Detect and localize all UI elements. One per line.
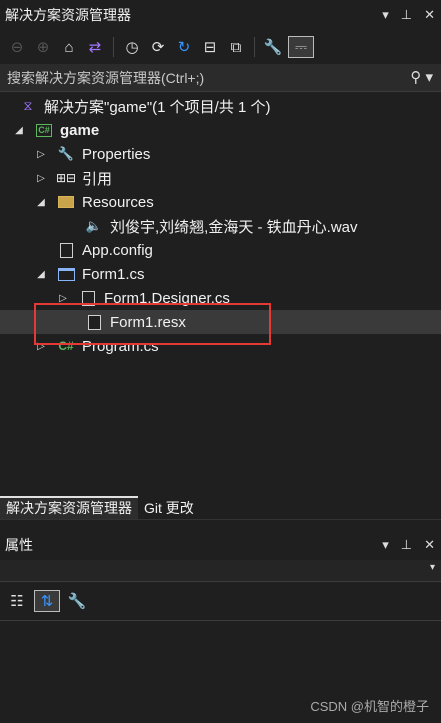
panel-tabs: 解决方案资源管理器 Git 更改 xyxy=(0,496,441,520)
properties-toolbar: ☷ ⇅ 🔧 xyxy=(0,586,441,616)
wrench-icon: 🔧 xyxy=(57,146,75,161)
tree-item-resources[interactable]: ◢ Resources xyxy=(0,190,441,214)
tree-item-app-config[interactable]: App.config xyxy=(0,238,441,262)
collapse-all-icon[interactable]: ⊟ xyxy=(199,36,221,58)
solution-icon: ⧖ xyxy=(23,98,33,113)
search-icon[interactable]: ⚲ ▾ xyxy=(410,64,433,92)
dropdown-icon[interactable]: ▾ xyxy=(382,0,389,30)
alphabetical-icon[interactable]: ⇅ xyxy=(34,590,60,612)
expanded-arrow-icon[interactable]: ◢ xyxy=(34,197,48,208)
expanded-arrow-icon[interactable]: ◢ xyxy=(34,269,48,280)
tree-label: Properties xyxy=(82,145,151,163)
folder-icon xyxy=(56,193,76,211)
tree-label: game xyxy=(60,121,100,139)
tree-label: App.config xyxy=(82,241,153,259)
dropdown-icon[interactable]: ▾ xyxy=(382,530,389,560)
history-icon[interactable]: ◷ xyxy=(121,36,143,58)
tree-label: Form1.cs xyxy=(82,265,145,283)
refresh-icon[interactable]: ↻ xyxy=(173,36,195,58)
tree-item-references[interactable]: ▷ ⊞⊟ 引用 xyxy=(0,166,441,190)
tree-item-project[interactable]: ◢ C# game xyxy=(0,118,441,142)
tree-label: 解决方案"game"(1 个项目/共 1 个) xyxy=(44,98,271,116)
search-placeholder: 搜索解决方案资源管理器(Ctrl+;) xyxy=(7,70,205,86)
show-all-files-icon[interactable]: ⧉ xyxy=(225,36,247,58)
chevron-down-icon[interactable]: ▾ xyxy=(430,562,435,573)
tree-item-solution[interactable]: ⧖ 解决方案"game"(1 个项目/共 1 个) xyxy=(0,94,441,118)
pin-icon[interactable]: ⊥ xyxy=(401,530,412,560)
properties-header: 属性 ▾ ⊥ ✕ xyxy=(0,530,441,560)
solution-explorer-title: 解决方案资源管理器 xyxy=(5,7,131,23)
form-icon xyxy=(56,265,76,283)
config-file-icon xyxy=(56,241,76,259)
solution-explorer-toolbar: ⊖ ⊕ ⌂ ⇄ ◷ ⟳ ↻ ⊟ ⧉ 🔧 ⎓ xyxy=(0,30,441,64)
home-icon[interactable]: ⌂ xyxy=(58,36,80,58)
property-pages-icon[interactable]: 🔧 xyxy=(66,590,88,612)
search-input[interactable]: 搜索解决方案资源管理器(Ctrl+;) ⚲ ▾ xyxy=(0,64,441,92)
tab-solution-explorer[interactable]: 解决方案资源管理器 xyxy=(0,496,138,519)
pin-icon[interactable]: ⊥ xyxy=(401,0,412,30)
solution-explorer-header: 解决方案资源管理器 ▾ ⊥ ✕ xyxy=(0,0,441,30)
properties-grid: CSDN @机智的橙子 xyxy=(0,620,441,723)
collapsed-arrow-icon[interactable]: ▷ xyxy=(34,173,48,184)
tree-item-form1-cs[interactable]: ◢ Form1.cs xyxy=(0,262,441,286)
preview-icon[interactable]: ⎓ xyxy=(288,36,314,58)
categorized-icon[interactable]: ☷ xyxy=(6,590,28,612)
sync-icon[interactable]: ⟳ xyxy=(147,36,169,58)
audio-file-icon: 🔈 xyxy=(85,218,103,233)
back-icon[interactable]: ⊖ xyxy=(6,36,28,58)
references-icon: ⊞⊟ xyxy=(55,171,77,185)
properties-icon[interactable]: 🔧 xyxy=(262,36,284,58)
solution-tree: ⧖ 解决方案"game"(1 个项目/共 1 个) ◢ C# game ▷ 🔧 … xyxy=(0,92,441,496)
watermark: CSDN @机智的橙子 xyxy=(310,699,429,714)
tree-label: Resources xyxy=(82,193,154,211)
collapsed-arrow-icon[interactable]: ▷ xyxy=(34,149,48,160)
close-icon[interactable]: ✕ xyxy=(424,530,435,560)
forward-icon[interactable]: ⊕ xyxy=(32,36,54,58)
highlight-box xyxy=(34,303,271,345)
tree-label: 引用 xyxy=(82,170,113,188)
tree-label: 刘俊宇,刘绮翘,金海天 - 铁血丹心.wav xyxy=(110,218,358,236)
tree-item-wav-file[interactable]: 🔈 刘俊宇,刘绮翘,金海天 - 铁血丹心.wav xyxy=(0,214,441,238)
tab-git-changes[interactable]: Git 更改 xyxy=(138,496,200,519)
properties-title: 属性 xyxy=(5,537,33,553)
expanded-arrow-icon[interactable]: ◢ xyxy=(12,125,26,136)
switch-views-icon[interactable]: ⇄ xyxy=(84,36,106,58)
close-icon[interactable]: ✕ xyxy=(424,0,435,30)
object-selector[interactable]: ▾ xyxy=(0,560,441,582)
csharp-project-icon: C# xyxy=(34,121,54,139)
tree-item-properties[interactable]: ▷ 🔧 Properties xyxy=(0,142,441,166)
collapsed-arrow-icon[interactable]: ▷ xyxy=(56,293,70,304)
